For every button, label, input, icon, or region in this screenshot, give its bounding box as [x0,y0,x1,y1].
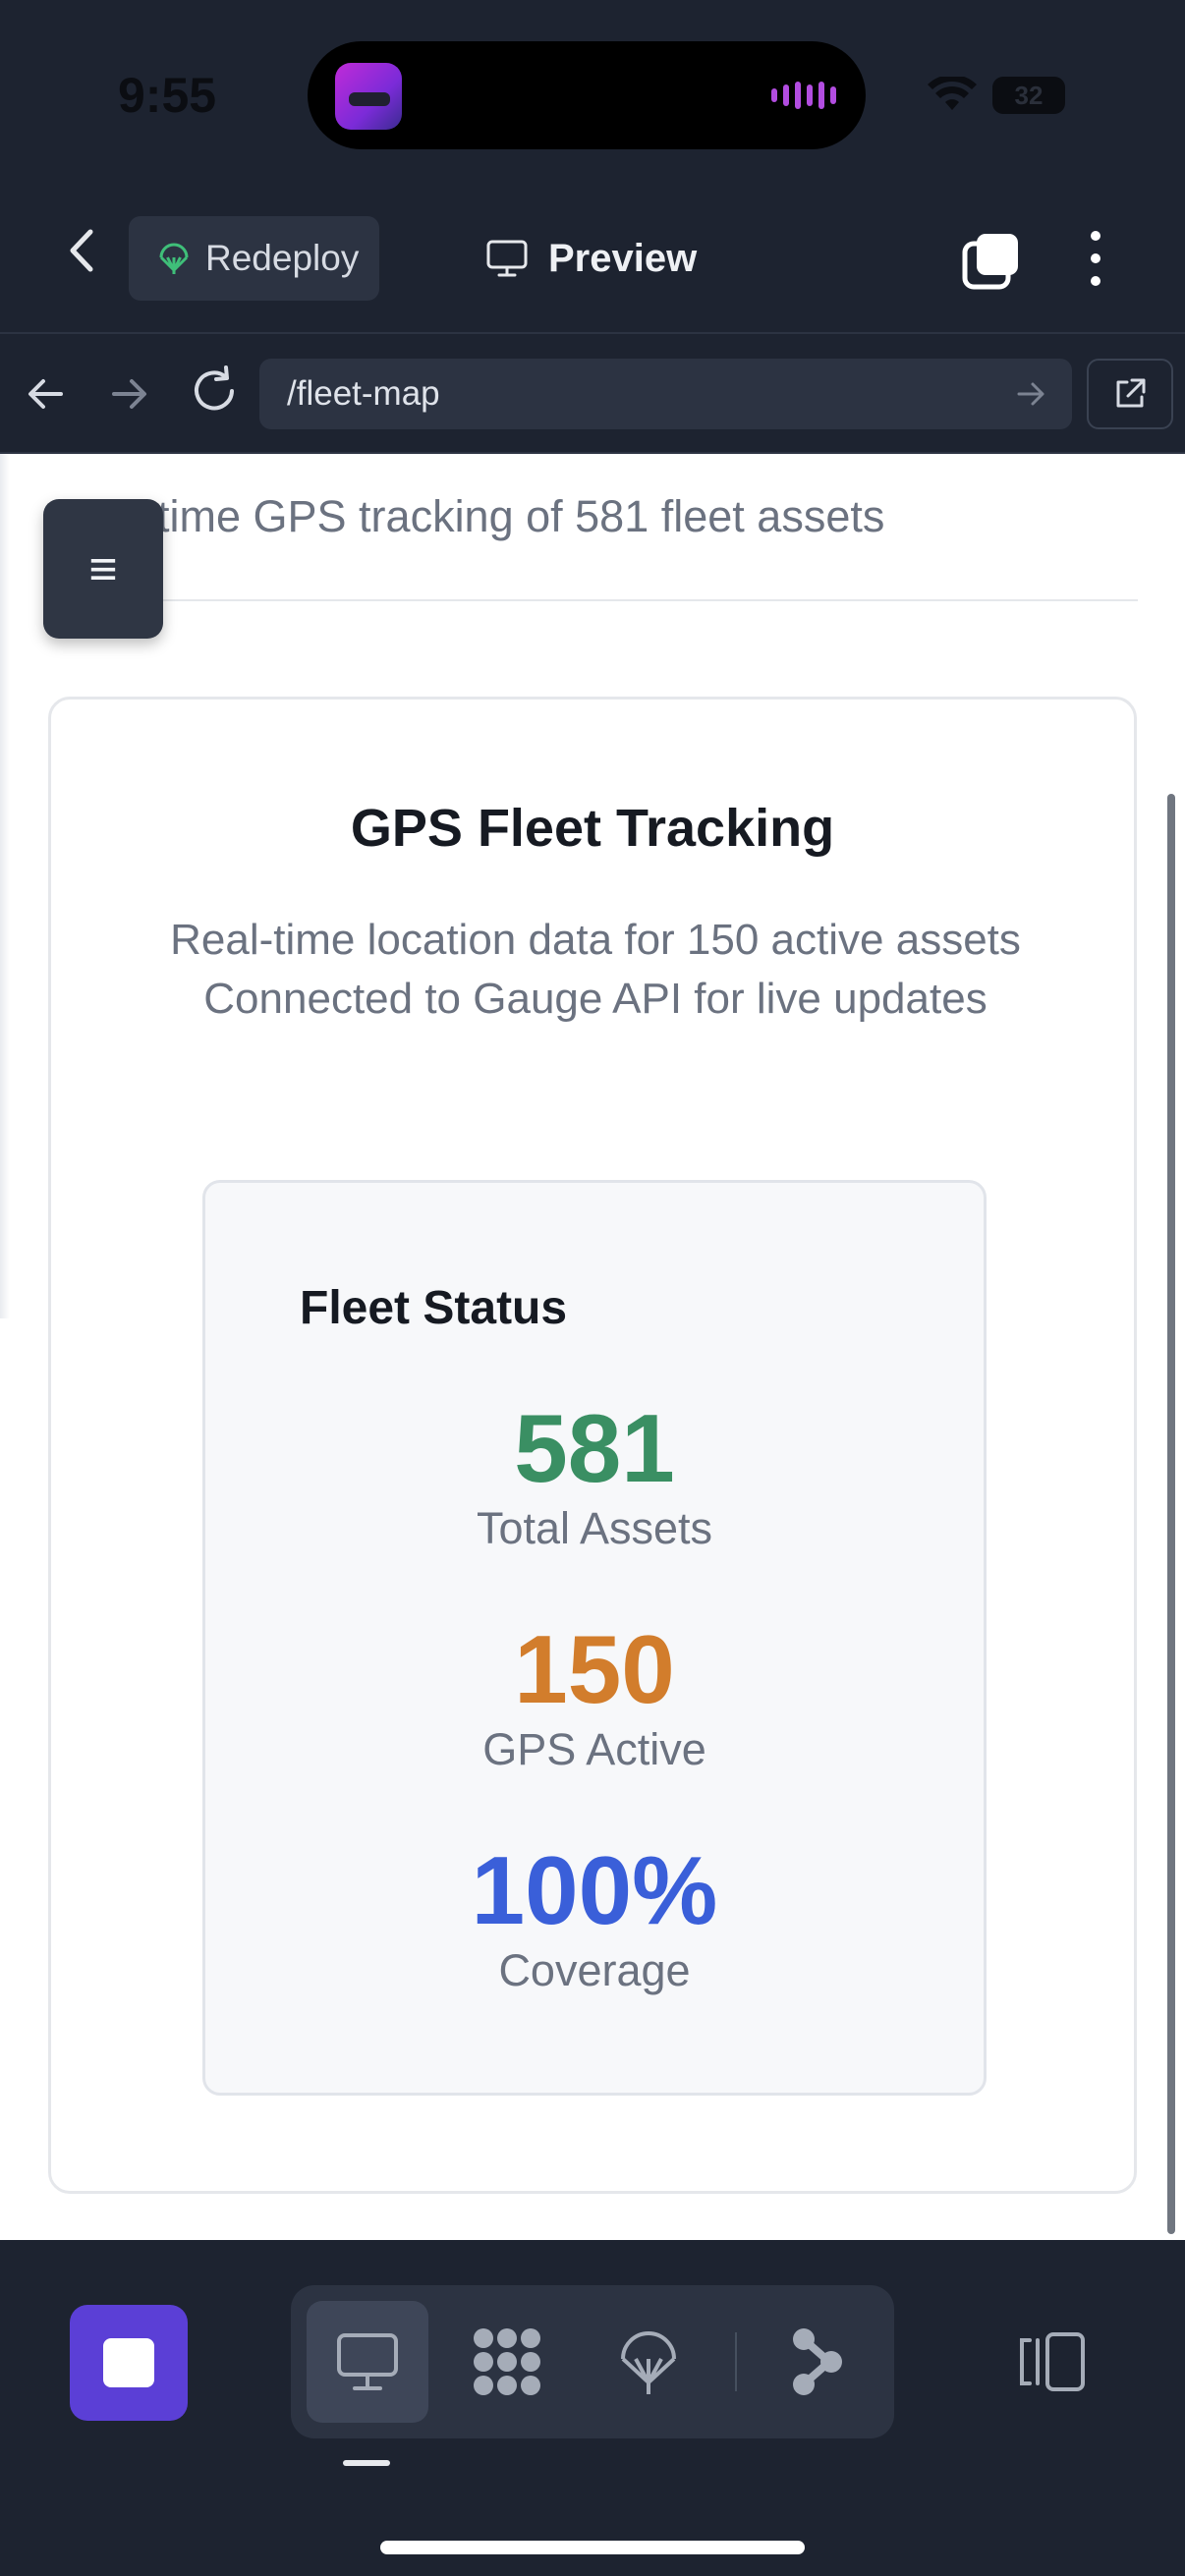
view-apps-button[interactable] [446,2301,568,2423]
menu-button[interactable]: ≡ [43,499,163,639]
audio-wave-icon [771,81,836,110]
view-deploy-button[interactable] [588,2301,709,2423]
stop-icon [103,2338,154,2387]
monitor-icon [337,2333,398,2390]
card-description: Real-time location data for 150 active a… [149,911,1042,1029]
view-preview-button[interactable] [307,2301,428,2423]
stat-label: Coverage [498,1945,691,1995]
preview-content[interactable]: time GPS tracking of 581 fleet assets ≡ … [0,454,1185,2240]
stat-value: 581 [514,1394,675,1502]
active-view-indicator [343,2460,390,2466]
home-indicator[interactable] [380,2541,805,2554]
view-branch-button[interactable] [757,2301,878,2423]
preview-title: Preview [485,226,697,291]
header-divider [157,599,1138,601]
toolbar-separator [735,2332,737,2391]
stat-gps-active: 150 GPS Active [205,1620,984,1775]
go-arrow-icon[interactable] [1013,376,1048,412]
url-path: /fleet-map [287,374,440,413]
back-button[interactable] [59,226,108,275]
open-external-button[interactable] [1087,359,1173,429]
stat-value: 100% [471,1836,718,1944]
more-options-icon[interactable] [1081,228,1110,289]
battery-icon: 32 [992,77,1065,114]
app-header: Redeploy Preview [0,187,1185,334]
card-description-line2: Connected to Gauge API for live updates [203,975,988,1023]
stop-button[interactable] [70,2305,188,2421]
deploy-icon [621,2331,676,2394]
dynamic-island [308,41,866,149]
branch-icon [793,2328,842,2395]
reload-icon[interactable] [187,364,242,419]
redeploy-label: Redeploy [205,238,360,278]
hamburger-icon: ≡ [88,541,118,596]
wifi-icon [928,77,977,110]
url-input[interactable]: /fleet-map [259,359,1072,429]
status-bar: 9:55 32 [0,0,1185,187]
apps-grid-icon [474,2328,540,2395]
stat-value: 150 [514,1615,675,1723]
status-time: 9:55 [118,68,217,123]
card-title: GPS Fleet Tracking [350,799,835,858]
now-playing-app-icon [335,63,402,130]
stat-label: Total Assets [476,1503,713,1553]
redeploy-button[interactable]: Redeploy [129,216,379,301]
browser-nav-bar: /fleet-map [0,334,1185,454]
gps-tracking-card: GPS Fleet Tracking Real-time location da… [48,697,1137,2194]
stat-total-assets: 581 Total Assets [205,1399,984,1554]
scrollbar-thumb[interactable] [1167,794,1175,2234]
card-description-line1: Real-time location data for 150 active a… [170,916,1021,964]
monitor-icon [486,240,528,277]
stat-label: GPS Active [482,1724,706,1774]
tabs-icon[interactable] [961,230,1022,291]
drawer-edge [0,454,10,1318]
nav-back-icon[interactable] [22,369,71,419]
nav-forward-icon[interactable] [104,369,153,419]
deploy-icon [159,243,189,274]
external-link-icon [1116,378,1146,408]
stat-coverage: 100% Coverage [205,1841,984,1996]
preview-label: Preview [548,236,698,280]
page-subtitle: time GPS tracking of 581 fleet assets [157,491,885,541]
panel-toggle-icon[interactable] [1016,2330,1089,2393]
fleet-status-panel: Fleet Status 581 Total Assets 150 GPS Ac… [202,1180,987,2096]
view-switcher [291,2285,894,2438]
fleet-status-title: Fleet Status [300,1282,568,1334]
bottom-toolbar [0,2240,1185,2576]
